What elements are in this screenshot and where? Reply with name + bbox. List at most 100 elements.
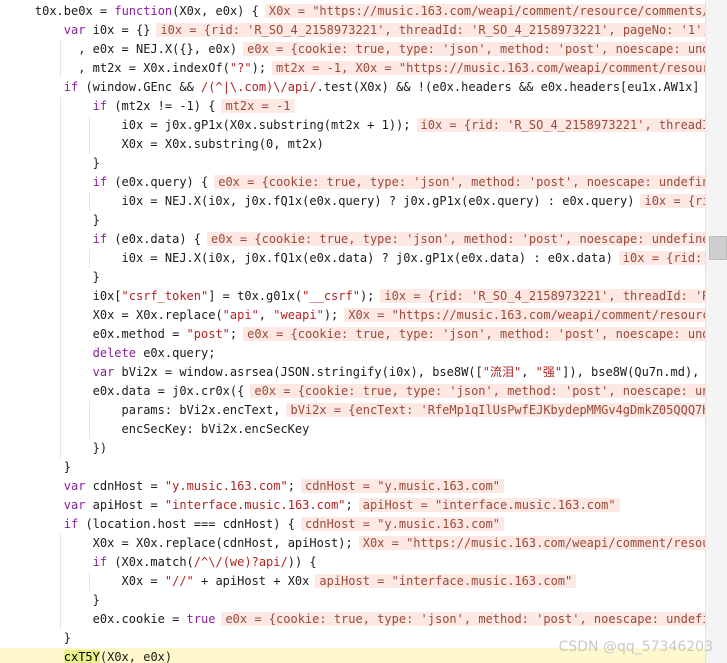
code-token: var xyxy=(63,498,93,512)
scrollbar-thumb[interactable] xyxy=(709,236,727,260)
code-token: true xyxy=(186,612,216,626)
inline-debug-value: X0x = "https://music.163.com/weapi/comme… xyxy=(264,4,705,18)
code-content: i0x = NEJ.X(i0x, j0x.fQ1x(e0x.query) ? j… xyxy=(122,192,705,211)
code-content: } xyxy=(64,458,71,477)
code-line[interactable]: params: bVi2x.encText, bVi2x = {encText: … xyxy=(0,401,705,420)
code-line[interactable]: var cdnHost = "y.music.163.com"; cdnHost … xyxy=(0,477,705,496)
code-token: "csrf_token" xyxy=(121,289,209,303)
code-line[interactable]: if (window.GEnc && /(^|\.com)\/api/.test… xyxy=(0,78,705,97)
indent-guide xyxy=(59,439,61,458)
code-line[interactable]: i0x = NEJ.X(i0x, j0x.fQ1x(e0x.query) ? j… xyxy=(0,192,705,211)
code-token: ); xyxy=(251,61,267,75)
code-token: (X0x.match( xyxy=(114,555,194,569)
code-line[interactable]: var apiHost = "interface.music.163.com";… xyxy=(0,496,705,515)
indent-guide xyxy=(59,97,61,116)
indent-guide xyxy=(59,591,61,610)
code-content: } xyxy=(93,591,100,610)
code-line[interactable]: X0x = "//" + apiHost + X0x apiHost = "int… xyxy=(0,572,705,591)
indent-guide xyxy=(59,116,61,135)
code-token: (e0x.data) { xyxy=(114,232,202,246)
code-token: apiHost = xyxy=(92,498,165,512)
code-line[interactable]: } xyxy=(0,154,705,173)
code-content: e0x.cookie = true e0x = {cookie: true, ty… xyxy=(93,610,705,629)
code-content: t0x.be0x = function(X0x, e0x) {X0x = "ht… xyxy=(35,2,705,21)
code-token: if xyxy=(92,555,115,569)
code-token: X0x = X0x.substring(0, mt2x) xyxy=(121,137,324,151)
inline-debug-value: apiHost = "interface.music.163.com" xyxy=(315,574,577,588)
code-token: (window.GEnc && xyxy=(85,80,202,94)
indent-guide xyxy=(59,135,61,154)
inline-debug-value: mt2x = -1, X0x = "https://music.163.com/… xyxy=(272,61,705,75)
inline-debug-value: e0x = {cookie: true, type: 'json', metho… xyxy=(243,327,705,341)
code-token: /(^|\.com)\/api/ xyxy=(201,80,317,94)
code-line[interactable]: } xyxy=(0,211,705,230)
code-line[interactable]: X0x = X0x.replace(cdnHost, apiHost); X0x … xyxy=(0,534,705,553)
code-token: (mt2x != -1) { xyxy=(114,99,216,113)
inline-debug-value: bVi2x = {encText: 'RfeMp1qIlUsPwfEJKbyde… xyxy=(286,403,705,417)
code-token: ] = t0x.g01x( xyxy=(208,289,303,303)
code-content: if (e0x.data) {e0x = {cookie: true, type… xyxy=(93,230,705,249)
code-content: X0x = "//" + apiHost + X0x apiHost = "int… xyxy=(122,572,577,591)
indent-guide xyxy=(88,192,90,211)
indent-guide xyxy=(59,401,61,420)
code-token: if xyxy=(92,99,115,113)
code-line[interactable]: if (location.host === cdnHost) {cdnHost … xyxy=(0,515,705,534)
code-token: e0x.method = xyxy=(92,327,187,341)
code-line[interactable]: i0x = j0x.gP1x(X0x.substring(mt2x + 1));… xyxy=(0,116,705,135)
code-token: cdnHost = xyxy=(92,479,165,493)
code-token: encSecKey: bVi2x.encSecKey xyxy=(121,422,310,436)
code-line[interactable]: t0x.be0x = function(X0x, e0x) {X0x = "ht… xyxy=(0,2,705,21)
code-line[interactable]: e0x.method = "post"; e0x = {cookie: true,… xyxy=(0,325,705,344)
code-content: params: bVi2x.encText, bVi2x = {encText: … xyxy=(122,401,705,420)
code-line[interactable]: var i0x = {} i0x = {rid: 'R_SO_4_21589732… xyxy=(0,21,705,40)
code-token: } xyxy=(92,156,100,170)
code-line[interactable]: X0x = X0x.replace("api", "weapi"); X0x = … xyxy=(0,306,705,325)
code-line[interactable]: i0x = NEJ.X(i0x, j0x.fQ1x(e0x.data) ? j0… xyxy=(0,249,705,268)
inline-debug-value: i0x = {rid xyxy=(640,194,705,208)
code-content: var apiHost = "interface.music.163.com";… xyxy=(64,496,620,515)
code-line[interactable]: var bVi2x = window.asrsea(JSON.stringify… xyxy=(0,363,705,382)
code-token: var xyxy=(92,365,122,379)
code-token: (X0x, e0x) { xyxy=(172,4,259,18)
indent-guide xyxy=(59,40,61,59)
vertical-scrollbar[interactable] xyxy=(705,0,727,663)
code-token: } xyxy=(63,631,71,645)
code-token: var xyxy=(63,23,93,37)
code-token: ; xyxy=(287,479,295,493)
code-line[interactable]: if (e0x.data) {e0x = {cookie: true, type… xyxy=(0,230,705,249)
code-token: "weapi" xyxy=(273,308,324,322)
indent-guide xyxy=(59,382,61,401)
code-token: cxT5Y xyxy=(63,650,100,663)
code-token: "?" xyxy=(229,61,252,75)
code-token: X0x = X0x.replace(cdnHost, apiHost); xyxy=(92,536,353,550)
code-line[interactable]: , mt2x = X0x.indexOf("?"); mt2x = -1, X0x… xyxy=(0,59,705,78)
code-line[interactable]: e0x.cookie = true e0x = {cookie: true, ty… xyxy=(0,610,705,629)
indent-guide xyxy=(59,306,61,325)
inline-debug-value: e0x = {cookie: true, type: 'json', metho… xyxy=(221,612,705,626)
code-line[interactable]: i0x["csrf_token"] = t0x.g01x("__csrf"); i… xyxy=(0,287,705,306)
code-line[interactable]: if (X0x.match(/^\/(we)?api/)) { xyxy=(0,553,705,572)
code-token: bVi2x = window.asrsea(JSON.stringify(i0x… xyxy=(121,365,483,379)
inline-debug-value: mt2x = -1 xyxy=(221,99,295,113)
code-editor[interactable]: t0x.be0x = function(X0x, e0x) {X0x = "ht… xyxy=(0,0,705,663)
indent-guide xyxy=(88,420,90,439)
indent-guide xyxy=(59,572,61,591)
code-line[interactable]: } xyxy=(0,458,705,477)
code-token: ]), bse8W(Qu7n.md), bse8 xyxy=(562,365,700,379)
inline-debug-value: e0x = {cookie: true, type: 'json', metho… xyxy=(207,232,705,246)
indent-guide xyxy=(59,192,61,211)
code-line[interactable]: , e0x = NEJ.X({}, e0x) e0x = {cookie: tru… xyxy=(0,40,705,59)
inline-debug-value: e0x = {cookie: true, type: 'json', metho… xyxy=(243,42,705,56)
code-line[interactable]: delete e0x.query; xyxy=(0,344,705,363)
indent-guide xyxy=(88,401,90,420)
code-line[interactable]: }) xyxy=(0,439,705,458)
code-content: , mt2x = X0x.indexOf("?"); mt2x = -1, X0x… xyxy=(78,59,705,78)
code-line[interactable]: } xyxy=(0,268,705,287)
code-line[interactable]: if (mt2x != -1) { mt2x = -1 xyxy=(0,97,705,116)
code-line[interactable]: } xyxy=(0,591,705,610)
code-line[interactable]: X0x = X0x.substring(0, mt2x) xyxy=(0,135,705,154)
code-line[interactable]: if (e0x.query) {e0x = {cookie: true, typ… xyxy=(0,173,705,192)
code-token: if xyxy=(92,175,115,189)
code-line[interactable]: encSecKey: bVi2x.encSecKey xyxy=(0,420,705,439)
code-line[interactable]: e0x.data = j0x.cr0x({e0x = {cookie: true… xyxy=(0,382,705,401)
